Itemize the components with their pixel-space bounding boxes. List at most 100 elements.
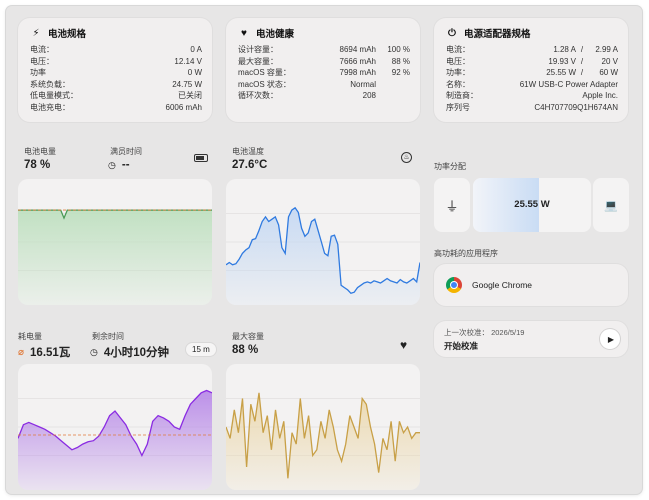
heart-icon: ♥ xyxy=(400,338,408,352)
drain-chart xyxy=(18,364,212,490)
max-capacity-svg xyxy=(226,392,420,490)
series-area xyxy=(226,392,420,490)
spec-row: 电池充电： 6006 mAh xyxy=(30,102,202,114)
flame-icon: ♨ xyxy=(401,152,412,163)
battery-spec-card: ⚡ 电池规格 电流： 0 A 电压： 12.14 V 功率 0 W 系统负载： 24.75 W… xyxy=(18,18,212,122)
spec-row-max: 2.99 A xyxy=(595,45,618,55)
power-distribution-label: 功率分配 xyxy=(434,162,466,171)
battery-temp-svg xyxy=(226,206,420,305)
spec-row: 电压： 12.14 V xyxy=(30,56,202,68)
battery-spec-title: 电池规格 xyxy=(48,29,87,40)
spec-row-value: 6006 mAh xyxy=(165,102,202,112)
spec-row-percent: 100 % xyxy=(387,45,410,55)
spec-row-value: C4H707709Q1H674AN xyxy=(534,102,618,112)
clock-icon: ◷ xyxy=(90,346,98,357)
spec-row: 电流： 1.28 A / 2.99 A xyxy=(446,44,618,56)
spec-row-label: 功率 xyxy=(30,68,46,78)
battery-temp-value: 27.6°C xyxy=(232,159,268,171)
battery-temp-chart xyxy=(226,179,420,305)
power-distribution-value: 25.55 W xyxy=(514,199,550,210)
battery-level-value: 78 % xyxy=(24,159,51,171)
spec-row-label: 名称： xyxy=(446,79,470,89)
spec-row-value: 208 xyxy=(362,91,376,101)
start-calibration-button[interactable]: ▶ xyxy=(600,329,620,349)
spec-row: macOS 容量： 7998 mAh 92 % xyxy=(238,67,410,79)
power-distribution-bar: 25.55 W xyxy=(473,178,591,232)
spec-row-value: 25.55 W xyxy=(546,68,576,78)
interval-selector[interactable]: 15 m xyxy=(186,343,216,356)
spec-row-label: 循环次数： xyxy=(238,91,278,101)
plug-icon: ⏚ xyxy=(445,198,459,214)
plug-icon: ⏻ xyxy=(448,27,456,39)
spec-row-value: Normal xyxy=(350,79,376,89)
spec-row-label: 序列号 xyxy=(446,102,470,112)
last-calibration-label: 上一次校准： xyxy=(444,328,489,337)
bolt-icon: ⚡ xyxy=(32,27,40,39)
battery-icon xyxy=(194,154,208,162)
spec-row: 系统负载： 24.75 W xyxy=(30,79,202,91)
max-capacity-value: 88 % xyxy=(232,344,259,356)
spec-row-value: 12.14 V xyxy=(174,56,202,66)
power-source-box: ⏚ xyxy=(434,178,470,232)
spec-row-separator: / xyxy=(580,45,584,55)
spec-row-value: 7666 mAh xyxy=(339,56,376,66)
battery-temp-label: 电池温度 xyxy=(232,147,264,156)
spec-row-separator: / xyxy=(580,56,584,66)
spec-row-value: 0 A xyxy=(190,45,202,55)
battery-health-list: 设计容量： 8694 mAh 100 % 最大容量： 7666 mAh 88 % macOS… xyxy=(238,44,410,102)
spec-row: 循环次数： 208 xyxy=(238,90,410,102)
spec-row-separator: / xyxy=(580,68,584,78)
spec-row-label: 功率： xyxy=(446,68,470,78)
spec-row-value: 19.93 V xyxy=(548,56,576,66)
spec-row-label: 制造商： xyxy=(446,91,478,101)
clock-icon: ◷ xyxy=(108,159,116,170)
top-apps-label: 高功耗的应用程序 xyxy=(434,249,498,258)
full-time-value: -- xyxy=(121,159,130,171)
drain-label: 耗电量 xyxy=(18,332,42,341)
spec-row-label: 电流： xyxy=(446,45,470,55)
spec-row-label: 最大容量： xyxy=(238,56,278,66)
spec-row-label: 电流： xyxy=(30,45,54,55)
spec-row-label: 电压： xyxy=(30,56,54,66)
spec-row-value: 24.75 W xyxy=(172,79,202,89)
calibration-card: 上一次校准： 2026/5/19 开始校准 ▶ xyxy=(434,321,628,357)
series-area xyxy=(18,210,212,305)
top-app-name: Google Chrome xyxy=(472,280,533,290)
laptop-box: 💻 xyxy=(593,178,629,232)
spec-row-value: 7998 mAh xyxy=(339,68,376,78)
app-window: ⚡ 电池规格 电流： 0 A 电压： 12.14 V 功率 0 W 系统负载： 24.75 W… xyxy=(6,6,642,494)
max-capacity-chart xyxy=(226,364,420,490)
spec-row-label: 电压： xyxy=(446,56,470,66)
battery-level-chart xyxy=(18,179,212,305)
spec-row-label: macOS 容量： xyxy=(238,68,291,78)
adapter-spec-title: 电源适配器规格 xyxy=(464,29,531,40)
heart-icon: ♥ xyxy=(241,27,247,39)
spec-row-max: 60 W xyxy=(599,68,618,78)
spec-row: 最大容量： 7666 mAh 88 % xyxy=(238,56,410,68)
spec-row: 设计容量： 8694 mAh 100 % xyxy=(238,44,410,56)
adapter-spec-card: ⏻ 电源适配器规格 电流： 1.28 A / 2.99 A 电压： 19.93 V / 20 … xyxy=(434,18,628,122)
drain-svg xyxy=(18,389,212,490)
play-icon: ▶ xyxy=(607,334,615,344)
laptop-icon: 💻 xyxy=(604,199,618,212)
max-capacity-label: 最大容量 xyxy=(232,332,264,341)
spec-row-label: 电池充电： xyxy=(30,102,70,112)
battery-health-title: 电池健康 xyxy=(256,29,295,40)
spec-row-value: 0 W xyxy=(187,68,202,78)
spec-row-label: macOS 状态： xyxy=(238,79,291,89)
chrome-icon xyxy=(446,277,462,293)
top-app-item[interactable]: Google Chrome xyxy=(434,264,628,306)
drain-icon: ⌀ xyxy=(18,346,25,358)
spec-row: macOS 状态： Normal xyxy=(238,79,410,91)
battery-level-svg xyxy=(18,209,212,305)
battery-spec-list: 电流： 0 A 电压： 12.14 V 功率 0 W 系统负载： 24.75 W 低电量模式： 已… xyxy=(30,44,202,113)
spec-row-percent: 88 % xyxy=(391,56,410,66)
spec-row-value: 已关闭 xyxy=(178,91,202,101)
battery-level-label: 电池电量 xyxy=(24,147,56,156)
spec-row-label: 低电量模式： xyxy=(30,91,78,101)
spec-row-value: 61W USB-C Power Adapter xyxy=(519,79,618,89)
adapter-spec-list: 电流： 1.28 A / 2.99 A 电压： 19.93 V / 20 V 功率： 25.55 … xyxy=(446,44,618,113)
series-area xyxy=(226,207,420,305)
series-area xyxy=(18,390,212,490)
spec-row-value: 1.28 A xyxy=(553,45,576,55)
